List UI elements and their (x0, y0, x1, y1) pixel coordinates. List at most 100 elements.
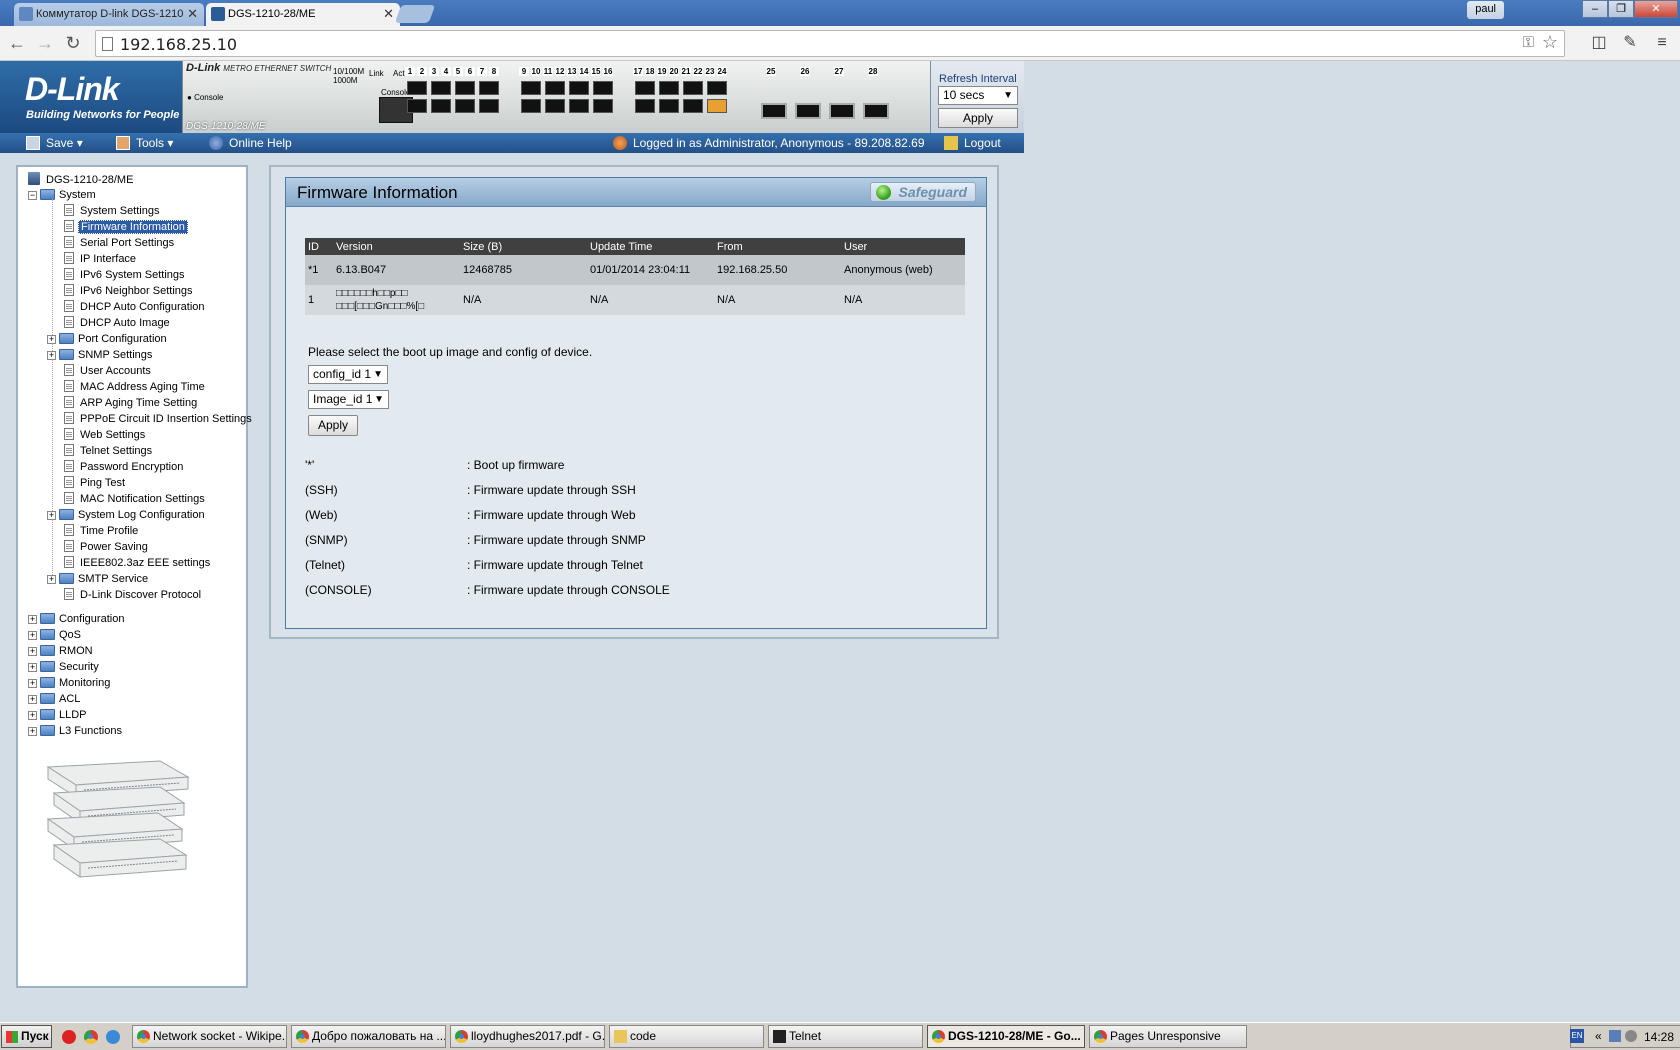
tree-item-ipv6-neighbor-settings[interactable]: IPv6 Neighbor Settings (64, 284, 195, 299)
expand-icon[interactable]: + (28, 711, 37, 720)
back-icon[interactable]: ← (7, 33, 27, 53)
taskbar-button[interactable]: code (609, 1025, 764, 1048)
tree-folder-monitoring[interactable]: + Monitoring (28, 676, 112, 691)
extension-icon[interactable]: ✎ (1620, 33, 1640, 53)
new-tab-button[interactable] (394, 5, 436, 23)
tree-item-time-profile[interactable]: Time Profile (64, 524, 140, 539)
port-24[interactable] (707, 99, 727, 113)
port-3[interactable] (431, 81, 451, 95)
tree-folder-configuration[interactable]: + Configuration (28, 612, 126, 627)
tree-item-password-encryption[interactable]: Password Encryption (64, 460, 185, 475)
port-1[interactable] (407, 81, 427, 95)
port-23[interactable] (707, 81, 727, 95)
tree-item-d-link-discover-protocol[interactable]: D-Link Discover Protocol (64, 588, 203, 603)
tree-folder-system[interactable]: − System (28, 188, 98, 203)
tools-menu[interactable]: Tools ▾ (116, 135, 173, 151)
tree-item-power-saving[interactable]: Power Saving (64, 540, 150, 555)
port-6[interactable] (455, 99, 475, 113)
tree-item-serial-port-settings[interactable]: Serial Port Settings (64, 236, 176, 251)
port-4[interactable] (431, 99, 451, 113)
port-8[interactable] (479, 99, 499, 113)
tree-folder-lldp[interactable]: + LLDP (28, 708, 89, 723)
star-icon[interactable]: ☆ (1542, 32, 1558, 53)
taskbar-button[interactable]: Telnet (768, 1025, 923, 1048)
port-21[interactable] (683, 81, 703, 95)
close-icon[interactable]: ✕ (383, 3, 394, 25)
volume-icon[interactable] (1625, 1030, 1637, 1042)
tree-folder-qos[interactable]: + QoS (28, 628, 83, 643)
port-14[interactable] (569, 99, 589, 113)
expand-icon[interactable]: + (28, 727, 37, 736)
tree-item-system-log-configuration[interactable]: + System Log Configuration (47, 508, 207, 523)
taskbar-button[interactable]: Network socket - Wikipe... (132, 1025, 287, 1048)
taskbar-button[interactable]: Добро пожаловать на ... (291, 1025, 446, 1048)
key-icon[interactable]: ⚿ (1523, 34, 1534, 51)
port-7[interactable] (479, 81, 499, 95)
expand-icon[interactable]: + (28, 631, 37, 640)
opera-icon[interactable] (62, 1030, 76, 1044)
port-12[interactable] (545, 99, 565, 113)
tree-item-pppoe-circuit-id-insertion-settings[interactable]: PPPoE Circuit ID Insertion Settings (64, 412, 254, 427)
tree-item-user-accounts[interactable]: User Accounts (64, 364, 153, 379)
forward-icon[interactable]: → (35, 33, 55, 53)
address-bar[interactable]: 192.168.25.10 ⚿ ☆ (95, 30, 1565, 57)
logout-link[interactable]: Logout (944, 135, 1001, 151)
apply-button[interactable]: Apply (308, 415, 358, 436)
expand-icon[interactable]: + (28, 615, 37, 624)
network-icon[interactable] (1609, 1030, 1621, 1042)
expand-icon[interactable]: + (28, 663, 37, 672)
tree-root[interactable]: DGS-1210-28/ME (28, 172, 135, 187)
tab-dgs-1210[interactable]: DGS-1210-28/ME ✕ (206, 3, 400, 26)
tree-item-ping-test[interactable]: Ping Test (64, 476, 127, 491)
tree-item-mac-notification-settings[interactable]: MAC Notification Settings (64, 492, 207, 507)
tree-item-system-settings[interactable]: System Settings (64, 204, 161, 219)
chrome-icon[interactable] (84, 1030, 98, 1044)
port-10[interactable] (521, 99, 541, 113)
tree-item-dhcp-auto-image[interactable]: DHCP Auto Image (64, 316, 172, 331)
port-9[interactable] (521, 81, 541, 95)
refresh-apply-button[interactable]: Apply (938, 108, 1018, 128)
tree-item-snmp-settings[interactable]: + SNMP Settings (47, 348, 154, 363)
port-22[interactable] (683, 99, 703, 113)
port-15[interactable] (593, 81, 613, 95)
port-20[interactable] (659, 99, 679, 113)
tab-dlink-switch[interactable]: Коммутатор D-link DGS-1210 ✕ (14, 3, 204, 26)
tree-folder-l3-functions[interactable]: + L3 Functions (28, 724, 124, 739)
online-help-link[interactable]: Online Help (209, 135, 292, 151)
tree-folder-acl[interactable]: + ACL (28, 692, 82, 707)
sfp-port-28[interactable] (863, 103, 889, 119)
close-window-button[interactable]: ✕ (1634, 0, 1678, 18)
collapse-icon[interactable]: − (28, 191, 37, 200)
tree-folder-security[interactable]: + Security (28, 660, 101, 675)
tree-item-port-configuration[interactable]: + Port Configuration (47, 332, 169, 347)
expand-icon[interactable]: + (28, 647, 37, 656)
port-5[interactable] (455, 81, 475, 95)
sfp-port-26[interactable] (795, 103, 821, 119)
maximize-button[interactable]: ❐ (1608, 0, 1634, 18)
taskbar-button[interactable]: lloydhughes2017.pdf - G... (450, 1025, 605, 1048)
port-17[interactable] (635, 81, 655, 95)
tree-item-telnet-settings[interactable]: Telnet Settings (64, 444, 154, 459)
expand-icon[interactable]: + (47, 351, 56, 360)
start-button[interactable]: Пуск (1, 1025, 52, 1048)
refresh-interval-select[interactable]: 10 secs ▼ (938, 86, 1018, 105)
expand-icon[interactable]: + (28, 695, 37, 704)
sfp-port-25[interactable] (761, 103, 787, 119)
expand-icon[interactable]: + (47, 511, 56, 520)
expand-icon[interactable]: + (28, 679, 37, 688)
tree-item-ip-interface[interactable]: IP Interface (64, 252, 138, 267)
tree-item-arp-aging-time-setting[interactable]: ARP Aging Time Setting (64, 396, 199, 411)
image-id-select[interactable]: Image_id 1 ▼ (308, 390, 389, 409)
extension-icon[interactable]: ◫ (1589, 33, 1609, 53)
taskbar-button[interactable]: Pages Unresponsive (1089, 1025, 1247, 1048)
profile-user[interactable]: paul (1467, 1, 1504, 19)
reload-icon[interactable]: ↻ (63, 33, 83, 53)
sfp-port-27[interactable] (829, 103, 855, 119)
tree-folder-rmon[interactable]: + RMON (28, 644, 95, 659)
menu-icon[interactable]: ≡ (1652, 33, 1672, 53)
tree-item-dhcp-auto-configuration[interactable]: DHCP Auto Configuration (64, 300, 207, 315)
config-id-select[interactable]: config_id 1 ▼ (308, 365, 388, 384)
port-16[interactable] (593, 99, 613, 113)
port-13[interactable] (569, 81, 589, 95)
clock[interactable]: 14:28 (1644, 1030, 1674, 1044)
